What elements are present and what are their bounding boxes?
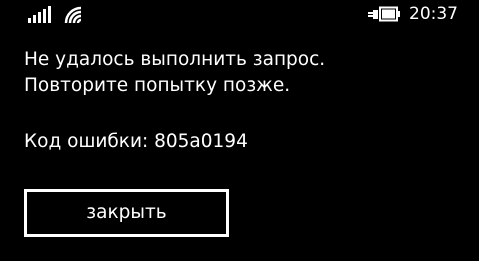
error-message-line: Повторите попытку позже. bbox=[24, 75, 291, 96]
clock: 20:37 bbox=[409, 4, 458, 24]
cellular-signal-icon bbox=[28, 5, 52, 23]
status-bar: 20:37 bbox=[0, 0, 479, 30]
error-message: Не удалось выполнить запрос. Повторите п… bbox=[24, 47, 325, 99]
error-code: Код ошибки: 805a0194 bbox=[24, 131, 248, 152]
battery-charging-icon bbox=[368, 6, 400, 22]
close-button[interactable]: закрыть bbox=[24, 189, 229, 237]
wifi-icon bbox=[64, 6, 82, 24]
error-message-line: Не удалось выполнить запрос. bbox=[24, 49, 326, 70]
